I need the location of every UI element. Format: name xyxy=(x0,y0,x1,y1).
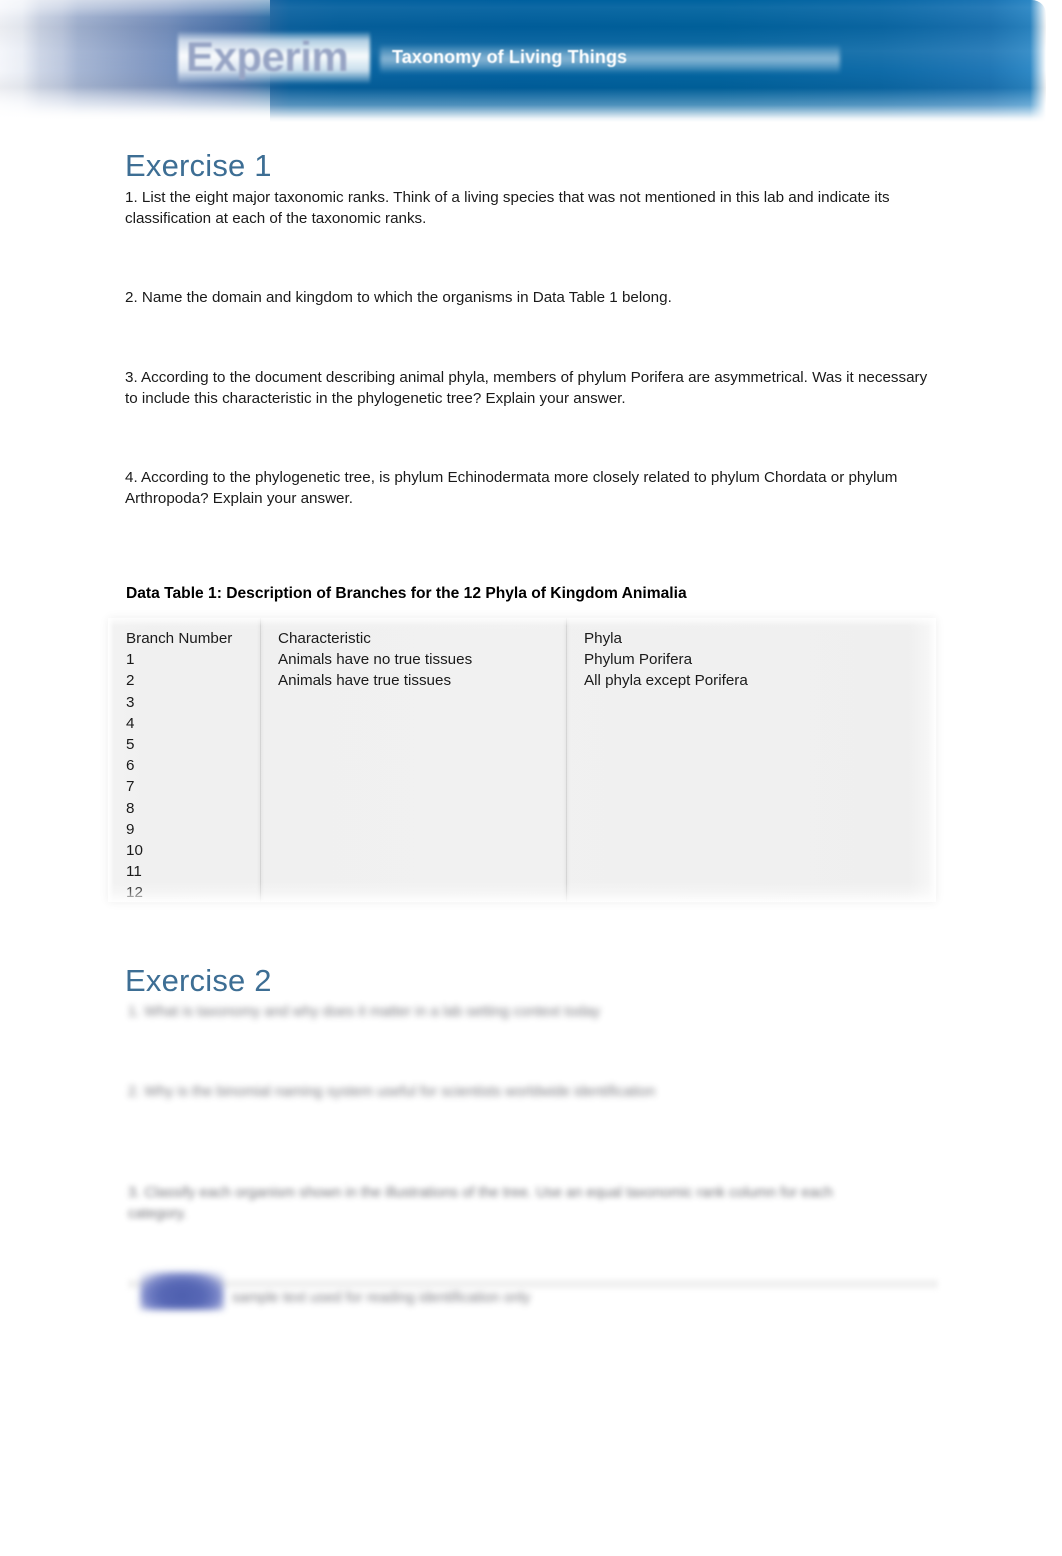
cell-branch-number: 7 xyxy=(126,778,135,796)
column-header-branch-number: Branch Number xyxy=(126,630,233,647)
cell-characteristic[interactable] xyxy=(260,882,566,902)
data-table-1-grid: Branch Number Characteristic Phyla 1 Ani… xyxy=(108,618,936,902)
footer-logo-image xyxy=(140,1272,224,1310)
table-row: 8 xyxy=(108,798,936,819)
table-row: 9 xyxy=(108,819,936,840)
cell-characteristic[interactable] xyxy=(260,840,566,861)
cell-phyla[interactable] xyxy=(566,819,936,840)
cell-characteristic[interactable] xyxy=(260,755,566,776)
exercise-1-question-4: 4. According to the phylogenetic tree, i… xyxy=(125,469,898,507)
header-title: Taxonomy of Living Things xyxy=(392,47,628,67)
column-header-phyla: Phyla xyxy=(584,630,622,647)
cell-branch-number: 4 xyxy=(126,714,135,732)
exercise-1-question-2: 2. Name the domain and kingdom to which … xyxy=(125,289,672,306)
column-header-characteristic: Characteristic xyxy=(278,630,371,647)
cell-branch-number: 1 xyxy=(126,651,135,669)
exercise-2-obscured-line-1: 1. What is taxonomy and why does it matt… xyxy=(128,1004,601,1020)
footer-divider xyxy=(128,1278,938,1290)
experiment-badge-label: Experim xyxy=(186,33,349,80)
cell-branch-number: 5 xyxy=(126,736,135,754)
cell-characteristic[interactable] xyxy=(260,776,566,797)
cell-characteristic[interactable] xyxy=(260,798,566,819)
table-row: 1 Animals have no true tissues Phylum Po… xyxy=(108,649,936,670)
cell-phyla[interactable] xyxy=(566,882,936,902)
footer-obscured-text: sample text used for reading identificat… xyxy=(232,1290,531,1306)
table-row: 5 xyxy=(108,734,936,755)
cell-phyla[interactable] xyxy=(566,776,936,797)
table-row: 3 xyxy=(108,692,936,713)
cell-branch-number: 8 xyxy=(126,799,135,817)
exercise-1-question-3: 3. According to the document describing … xyxy=(125,369,928,407)
cell-characteristic[interactable] xyxy=(260,861,566,882)
exercise-2-obscured-line-2: 2. Why is the binomial naming system use… xyxy=(128,1084,656,1100)
cell-branch-number: 2 xyxy=(126,672,135,690)
table-row: 10 xyxy=(108,840,936,861)
data-table-1-caption: Data Table 1: Description of Branches fo… xyxy=(126,585,687,602)
cell-branch-number: 11 xyxy=(126,863,142,881)
cell-phyla[interactable] xyxy=(566,713,936,734)
cell-branch-number: 3 xyxy=(126,693,135,711)
table-row: 2 Animals have true tissues All phyla ex… xyxy=(108,670,936,691)
cell-phyla[interactable]: All phyla except Porifera xyxy=(566,670,936,691)
cell-phyla[interactable] xyxy=(566,798,936,819)
exercise-1-heading: Exercise 1 xyxy=(125,148,272,178)
table-row: 12 xyxy=(108,882,936,902)
table-row: 6 xyxy=(108,755,936,776)
table-header-row: Branch Number Characteristic Phyla xyxy=(108,618,936,649)
table-row: 11 xyxy=(108,861,936,882)
exercise-2-heading: Exercise 2 xyxy=(125,963,272,993)
exercise-2-obscured-paragraph: 3. Classify each organism shown in the i… xyxy=(128,1185,833,1222)
cell-phyla[interactable]: Phylum Porifera xyxy=(566,649,936,670)
cell-characteristic[interactable] xyxy=(260,692,566,713)
cell-characteristic[interactable]: Animals have true tissues xyxy=(260,670,566,691)
cell-phyla[interactable] xyxy=(566,692,936,713)
cell-characteristic[interactable] xyxy=(260,713,566,734)
cell-branch-number: 12 xyxy=(126,884,143,902)
exercise-1-question-1: 1. List the eight major taxonomic ranks.… xyxy=(125,189,890,227)
cell-phyla[interactable] xyxy=(566,734,936,755)
cell-phyla[interactable] xyxy=(566,755,936,776)
cell-branch-number: 10 xyxy=(126,842,143,860)
table-row: 4 xyxy=(108,713,936,734)
cell-branch-number: 9 xyxy=(126,820,135,838)
table-row: 7 xyxy=(108,776,936,797)
cell-branch-number: 6 xyxy=(126,757,135,775)
data-table-1: Branch Number Characteristic Phyla 1 Ani… xyxy=(108,618,936,902)
cell-phyla[interactable] xyxy=(566,840,936,861)
cell-characteristic[interactable] xyxy=(260,819,566,840)
cell-characteristic[interactable] xyxy=(260,734,566,755)
cell-phyla[interactable] xyxy=(566,861,936,882)
cell-characteristic[interactable]: Animals have no true tissues xyxy=(260,649,566,670)
